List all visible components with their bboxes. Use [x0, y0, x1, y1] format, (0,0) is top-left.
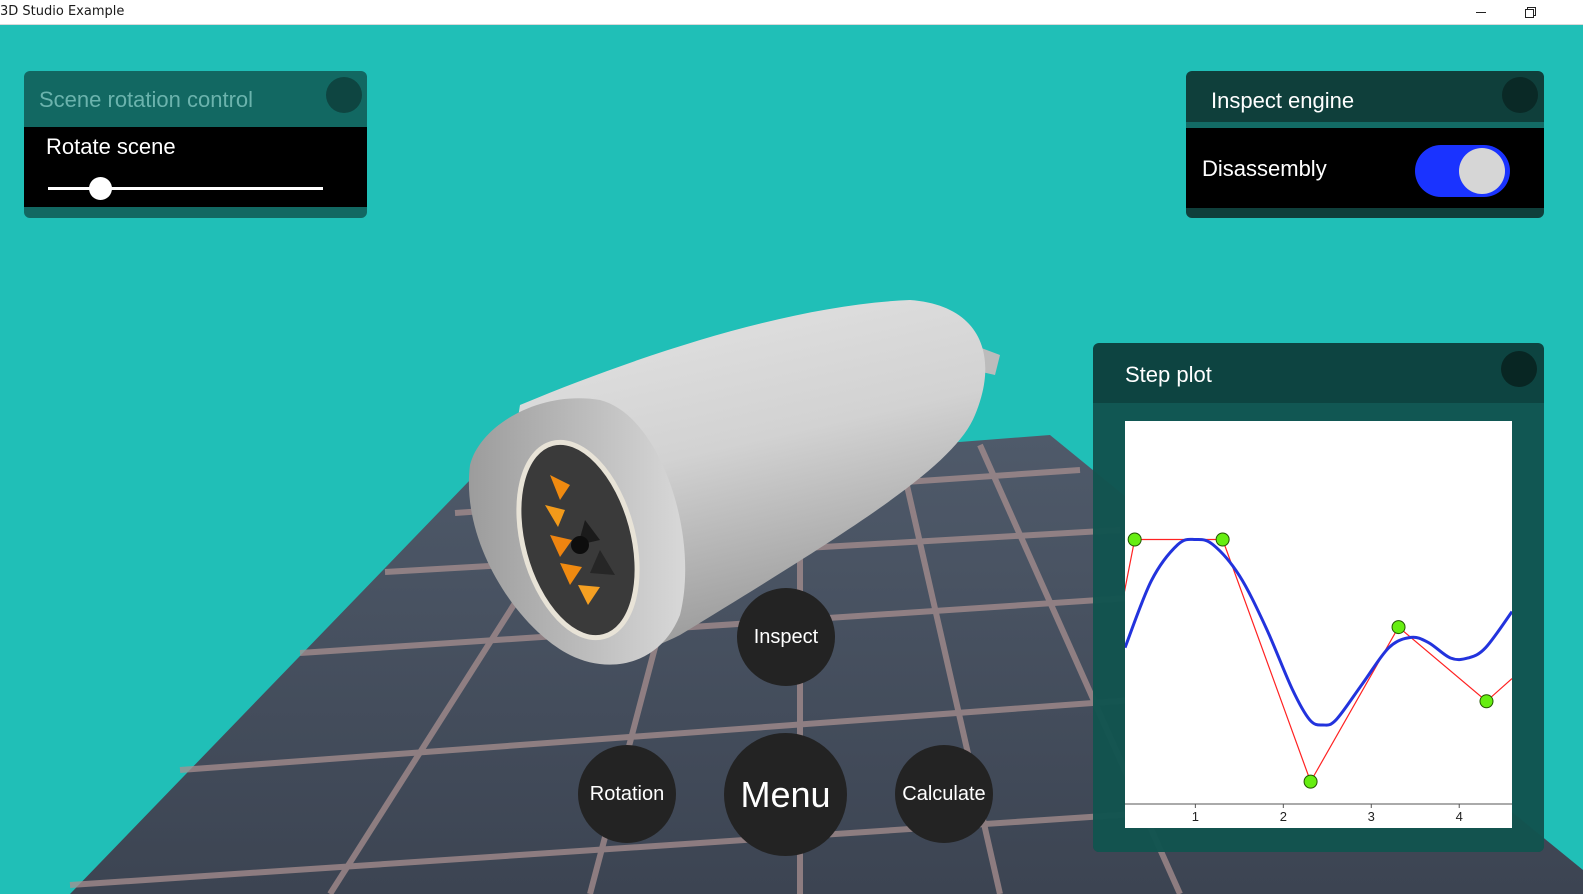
control-point[interactable] — [1391, 620, 1406, 635]
window-title: 3D Studio Example — [0, 4, 125, 19]
control-point[interactable] — [1479, 694, 1494, 709]
step-plot-title: Step plot — [1125, 362, 1212, 387]
control-point[interactable] — [1215, 532, 1230, 547]
x-tick-label: 4 — [1456, 809, 1463, 824]
x-tick-label: 1 — [1192, 809, 1199, 824]
control-polygon-line — [1125, 538, 1512, 784]
control-point[interactable] — [1127, 532, 1142, 547]
x-tick-label: 2 — [1280, 809, 1287, 824]
inspect-engine-collapse-button[interactable] — [1502, 77, 1538, 113]
menu-button[interactable]: Menu — [724, 733, 847, 856]
restore-icon — [1525, 7, 1536, 18]
x-tick-label: 3 — [1368, 809, 1375, 824]
scene-rotation-collapse-button[interactable] — [326, 77, 362, 113]
scene-rotation-body: Rotate scene — [24, 127, 367, 207]
step-plot-svg: 1 2 3 4 — [1125, 532, 1512, 824]
smooth-curve-line — [1125, 537, 1512, 727]
scene-rotation-panel: Scene rotation control Rotate scene — [24, 71, 367, 218]
scene-viewport[interactable]: Scene rotation control Rotate scene Insp… — [0, 25, 1583, 894]
title-bar: 3D Studio Example — [0, 0, 1583, 25]
disassembly-label: Disassembly — [1202, 156, 1327, 181]
step-plot-panel: Step plot 1 2 3 4 — [1093, 343, 1544, 852]
inspect-button[interactable]: Inspect — [737, 588, 835, 686]
calculate-button[interactable]: Calculate — [895, 745, 993, 843]
disassembly-toggle[interactable] — [1415, 145, 1510, 197]
inspect-engine-panel: Inspect engine Disassembly — [1186, 71, 1544, 218]
disassembly-toggle-knob[interactable] — [1459, 148, 1505, 194]
step-plot-collapse-button[interactable] — [1501, 351, 1537, 387]
step-plot-chart[interactable]: 1 2 3 4 — [1125, 421, 1512, 828]
restore-button[interactable] — [1507, 0, 1553, 24]
fan-hub — [571, 536, 589, 554]
rotate-scene-slider-handle[interactable] — [88, 177, 112, 200]
inspect-engine-body: Disassembly — [1186, 128, 1544, 208]
rotate-scene-label: Rotate scene — [46, 134, 176, 159]
control-point[interactable] — [1303, 774, 1318, 789]
minimize-icon — [1476, 11, 1486, 13]
rotation-button[interactable]: Rotation — [578, 745, 676, 843]
scene-rotation-title: Scene rotation control — [39, 87, 254, 112]
inspect-engine-title: Inspect engine — [1211, 88, 1355, 113]
minimize-button[interactable] — [1458, 0, 1504, 24]
